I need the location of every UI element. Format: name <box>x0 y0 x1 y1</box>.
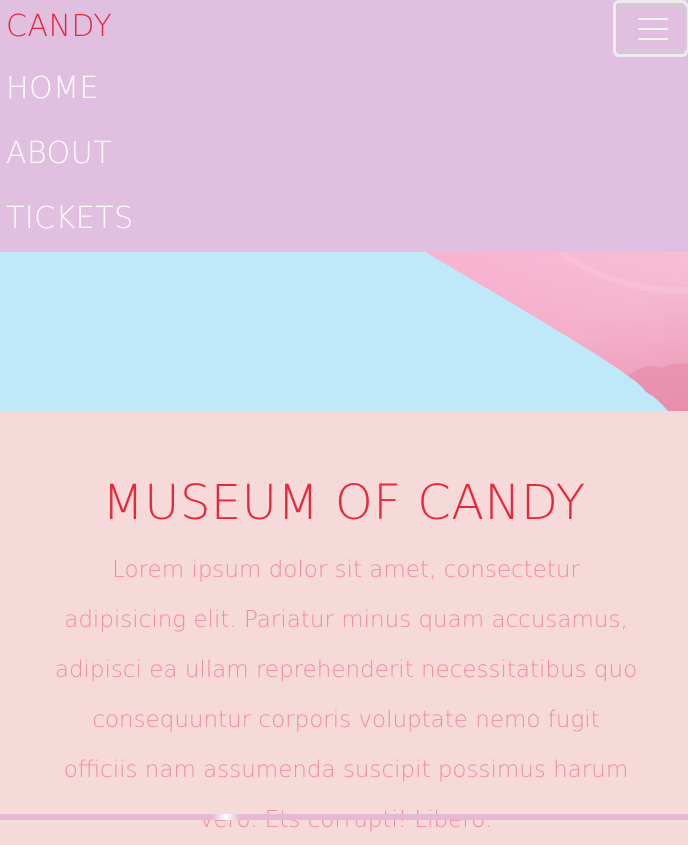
menu-toggle-button[interactable] <box>613 0 688 57</box>
nav-link-about[interactable]: ABOUT <box>6 135 112 173</box>
hamburger-menu-icon <box>638 18 668 40</box>
nav-link-tickets[interactable]: TICKETS <box>6 200 134 238</box>
hero-banner <box>0 252 688 411</box>
nav-link-home[interactable]: HOME <box>6 70 99 108</box>
candy-wrapper-image <box>426 252 688 411</box>
page-title: MUSEUM OF CANDY <box>102 475 586 531</box>
next-section-edge <box>0 814 688 820</box>
navbar: CANDY HOME ABOUT TICKETS <box>0 0 688 252</box>
brand-link[interactable]: CANDY <box>6 8 112 46</box>
next-section-image-edge <box>212 814 240 820</box>
intro-paragraph: Lorem ipsum dolor sit amet, consectetur … <box>54 557 638 833</box>
main-content: MUSEUM OF CANDY Lorem ipsum dolor sit am… <box>0 411 688 833</box>
